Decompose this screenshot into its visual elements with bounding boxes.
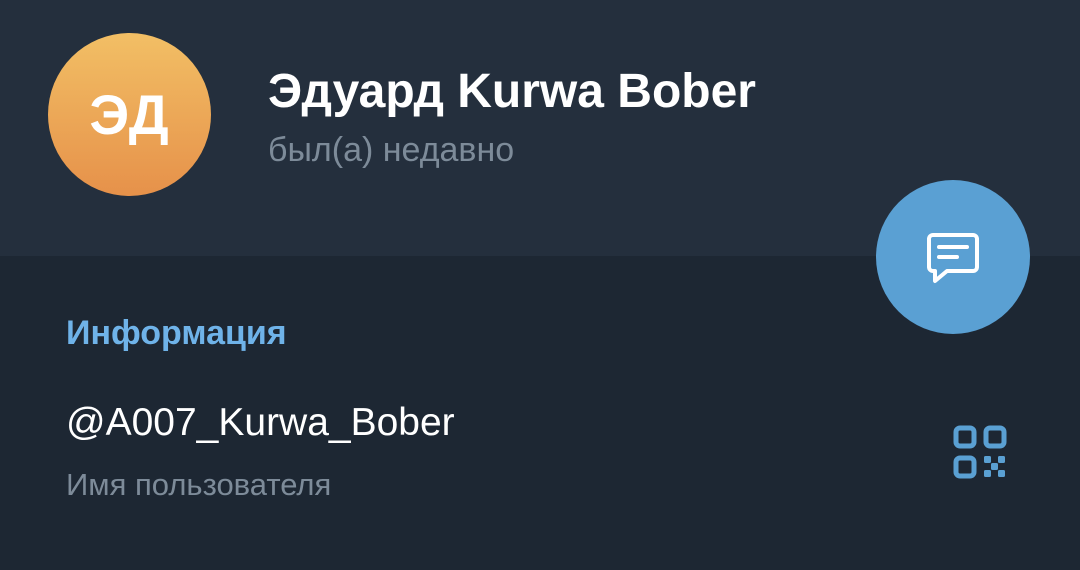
avatar-initials: ЭД [89,83,170,146]
qr-code-icon [953,425,1007,479]
send-message-button[interactable] [876,180,1030,334]
avatar[interactable]: ЭД [48,33,211,196]
username-caption: Имя пользователя [66,467,332,502]
profile-screen: ЭД Эдуард Kurwa Bober был(а) недавно Инф… [0,0,1080,570]
info-section-title: Информация [66,314,287,352]
message-icon [927,233,979,283]
username-value[interactable]: @A007_Kurwa_Bober [66,401,455,445]
profile-status: был(а) недавно [268,131,515,169]
qr-code-button[interactable] [948,420,1012,484]
profile-name: Эдуард Kurwa Bober [268,65,756,118]
